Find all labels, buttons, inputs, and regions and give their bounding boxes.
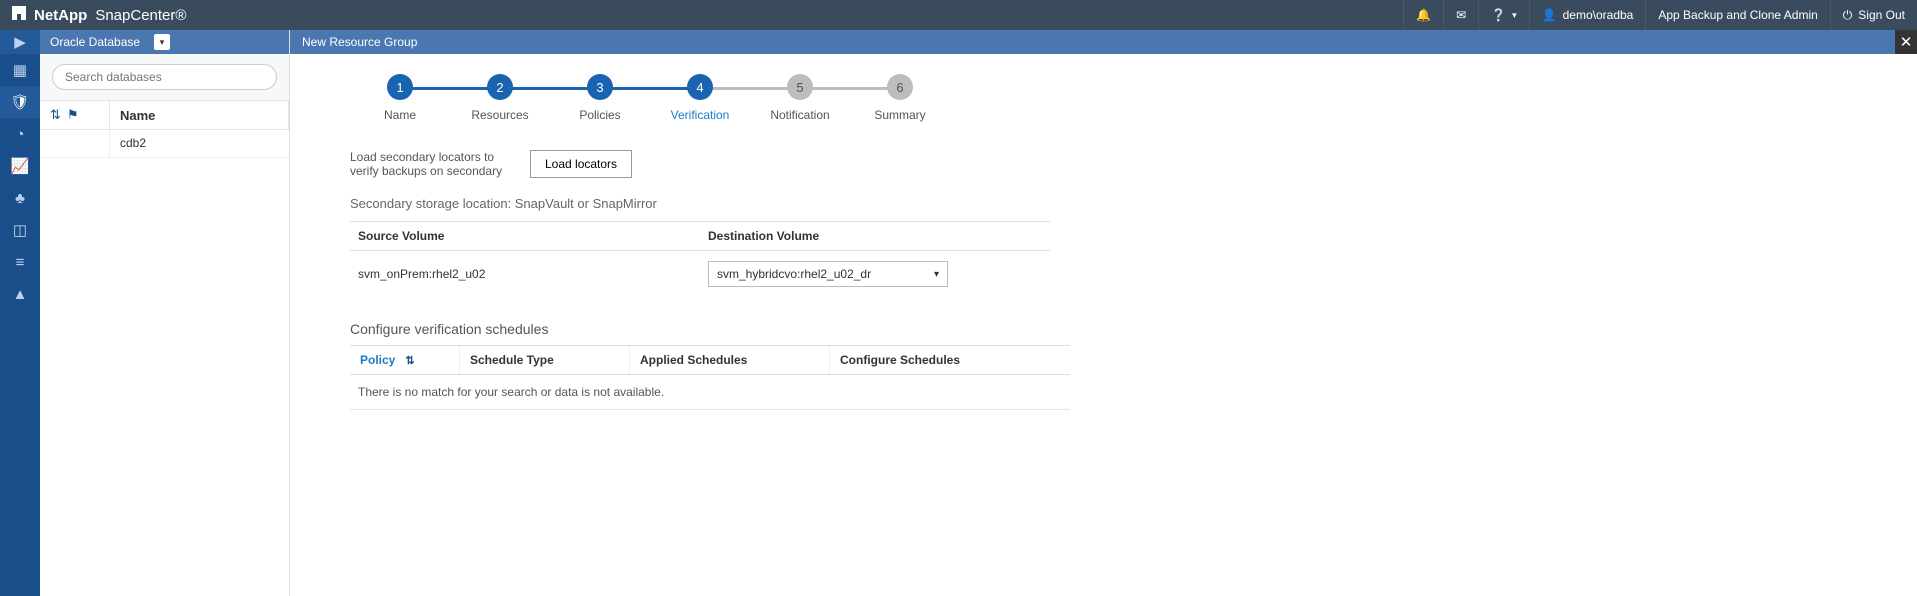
storage-row: svm_onPrem:rhel2_u02 svm_hybridcvo:rhel2… [350, 251, 1050, 297]
caret-down-icon: ▾ [1512, 10, 1517, 21]
storage-table: Source Volume Destination Volume svm_onP… [350, 221, 1050, 297]
alert-icon: ▲ [13, 286, 28, 303]
source-volume-value: svm_onPrem:rhel2_u02 [350, 263, 700, 285]
column-name[interactable]: Name [110, 101, 289, 129]
flag-icon[interactable]: ⚑ [67, 107, 79, 123]
content-area: New Resource Group ✕ 1 Name 2 Resources … [290, 30, 1917, 596]
empty-message: There is no match for your search or dat… [350, 375, 1070, 409]
help-button[interactable]: ❔▾ [1478, 0, 1528, 30]
user-icon: 👤 [1542, 8, 1557, 22]
sort-icon[interactable]: ⇅ [50, 107, 61, 123]
notifications-button[interactable]: 🔔 [1403, 0, 1443, 30]
step-resources[interactable]: 2 Resources [450, 74, 550, 122]
col-applied-schedules[interactable]: Applied Schedules [630, 346, 830, 374]
resource-type-dropdown[interactable]: ▾ [154, 34, 170, 50]
nav-alerts[interactable]: ▲ [0, 278, 40, 310]
destination-volume-value: svm_hybridcvo:rhel2_u02_dr [717, 267, 871, 281]
schedules-heading: Configure verification schedules [350, 321, 1867, 337]
user-name: demo\oradba [1563, 8, 1634, 22]
chart-icon: 📈 [11, 157, 30, 175]
col-policy[interactable]: Policy ⇅ [350, 346, 460, 374]
load-locators-label: Load secondary locators to verify backup… [350, 150, 510, 178]
resource-search-wrap [40, 54, 289, 100]
sort-icon: ⇅ [405, 354, 414, 367]
close-icon: ✕ [1900, 33, 1913, 51]
grid-icon: ▦ [13, 61, 27, 79]
nav-settings[interactable]: ≡ [0, 246, 40, 278]
col-source-volume: Source Volume [350, 222, 700, 250]
resource-row[interactable]: cdb2 [40, 130, 289, 158]
brand-product: SnapCenter® [95, 7, 186, 24]
mail-icon: ✉ [1456, 8, 1466, 22]
resource-type-label: Oracle Database [50, 35, 140, 49]
signout-icon: ⏻ [1843, 8, 1853, 23]
resource-panel: Oracle Database ▾ ⇅ ⚑ Name cdb2 [40, 30, 290, 596]
schedules-table: Policy ⇅ Schedule Type Applied Schedules… [350, 345, 1070, 410]
step-name[interactable]: 1 Name [350, 74, 450, 122]
user-menu[interactable]: 👤 demo\oradba [1529, 0, 1646, 30]
top-bar: NetApp SnapCenter® 🔔 ✉ ❔▾ 👤demo\oradba A… [0, 0, 1917, 30]
brand-company: NetApp [34, 7, 87, 24]
blocks-icon: ◫ [13, 221, 27, 239]
gauge-icon: ◔ [15, 126, 24, 143]
step-notification[interactable]: 5 Notification [750, 74, 850, 122]
content-title: New Resource Group [302, 35, 417, 49]
col-destination-volume: Destination Volume [700, 222, 1050, 250]
step-policies[interactable]: 3 Policies [550, 74, 650, 122]
search-input[interactable] [52, 64, 277, 90]
sliders-icon: ≡ [16, 254, 25, 271]
shield-icon: 🛡 [10, 93, 29, 111]
step-verification[interactable]: 4 Verification [650, 74, 750, 122]
role-label[interactable]: App Backup and Clone Admin [1645, 0, 1829, 30]
content-header: New Resource Group ✕ [290, 30, 1917, 54]
resource-toolbar: ⇅ ⚑ Name [40, 100, 289, 130]
resource-name: cdb2 [110, 130, 289, 157]
col-schedule-type[interactable]: Schedule Type [460, 346, 630, 374]
step-summary[interactable]: 6 Summary [850, 74, 950, 122]
help-icon: ❔ [1491, 8, 1506, 22]
caret-down-icon: ▾ [934, 269, 939, 280]
secondary-storage-heading: Secondary storage location: SnapVault or… [350, 196, 1867, 211]
resource-panel-header: Oracle Database ▾ [40, 30, 289, 54]
nav-rail: ▶ ▦ 🛡 ◔ 📈 ♣ ◫ ≡ ▲ [0, 30, 40, 596]
brand: NetApp SnapCenter® [0, 6, 198, 24]
destination-volume-select[interactable]: svm_hybridcvo:rhel2_u02_dr ▾ [708, 261, 948, 287]
brand-logo [12, 6, 26, 24]
nav-resources[interactable]: 🛡 [0, 86, 40, 118]
messages-button[interactable]: ✉ [1443, 0, 1478, 30]
close-button[interactable]: ✕ [1895, 30, 1917, 54]
wizard-steps: 1 Name 2 Resources 3 Policies 4 [350, 74, 1867, 122]
nav-reports[interactable]: 📈 [0, 150, 40, 182]
nav-storage[interactable]: ◫ [0, 214, 40, 246]
signout-button[interactable]: ⏻Sign Out [1830, 0, 1917, 30]
col-configure-schedules[interactable]: Configure Schedules [830, 346, 1070, 374]
top-actions: 🔔 ✉ ❔▾ 👤demo\oradba App Backup and Clone… [1403, 0, 1917, 30]
nav-monitor[interactable]: ◔ [0, 118, 40, 150]
bell-icon: 🔔 [1416, 8, 1431, 22]
nav-hosts[interactable]: ♣ [0, 182, 40, 214]
caret-down-icon: ▾ [160, 37, 165, 48]
load-locators-button[interactable]: Load locators [530, 150, 632, 178]
nav-dashboard[interactable]: ▦ [0, 54, 40, 86]
nav-expand-toggle[interactable]: ▶ [0, 30, 40, 54]
hierarchy-icon: ♣ [15, 190, 25, 207]
